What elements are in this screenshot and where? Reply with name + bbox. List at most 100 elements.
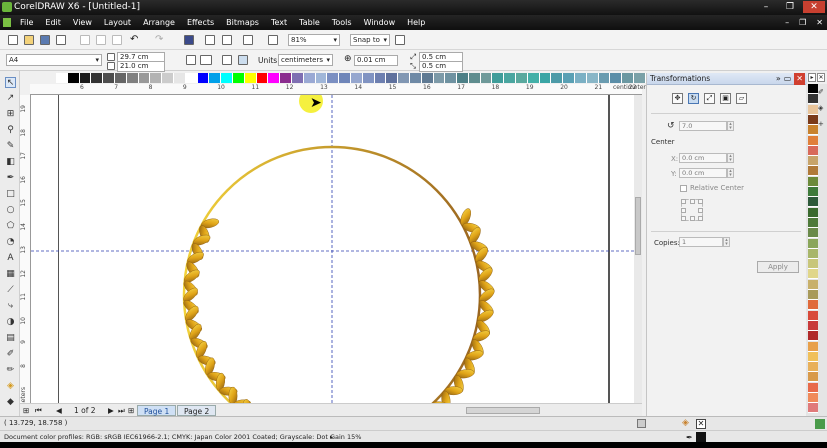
palette-swatch[interactable] xyxy=(808,362,818,373)
menu-tools[interactable]: Tools xyxy=(326,15,358,30)
import-icon[interactable] xyxy=(205,35,215,45)
palette-swatch[interactable] xyxy=(808,393,818,403)
menu-effects[interactable]: Effects xyxy=(181,15,220,30)
basic-shapes-icon[interactable]: ◔ xyxy=(5,237,16,248)
palette-swatch[interactable] xyxy=(808,145,818,156)
minimize-button[interactable]: – xyxy=(755,1,777,13)
palette-swatch[interactable] xyxy=(808,197,818,208)
text-tool-icon[interactable]: A xyxy=(5,253,16,264)
palette-swatch[interactable] xyxy=(492,73,505,83)
palette-swatch[interactable] xyxy=(808,94,818,105)
docker-close-icon[interactable]: ✕ xyxy=(794,73,805,85)
eyedropper-tool-icon[interactable]: ✐ xyxy=(5,349,16,360)
palette-swatch[interactable] xyxy=(808,279,818,290)
rotate-icon[interactable]: ↻ xyxy=(688,93,699,104)
add-page-icon[interactable]: ⊞ xyxy=(128,406,134,415)
zoom-levels-dropdown[interactable]: 81% xyxy=(288,34,340,46)
center-y-field[interactable]: 0.0 cm xyxy=(679,168,727,178)
artistic-media-icon[interactable]: ✒ xyxy=(5,173,16,184)
vertical-scroll-thumb[interactable] xyxy=(635,197,641,255)
palette-swatch[interactable] xyxy=(634,73,646,83)
palette-swatch[interactable] xyxy=(808,104,818,115)
rotation-angle-field[interactable]: 7.0 xyxy=(679,121,727,131)
last-page-button[interactable]: ⏭ xyxy=(118,406,125,416)
menu-view[interactable]: View xyxy=(67,15,98,30)
palette-swatch[interactable] xyxy=(808,269,818,280)
save-icon[interactable] xyxy=(40,35,50,45)
palette-swatch[interactable] xyxy=(468,73,481,83)
palette-swatch[interactable] xyxy=(808,114,818,125)
menu-help[interactable]: Help xyxy=(401,15,431,30)
palette-swatch[interactable] xyxy=(126,73,139,83)
interactive-fill-icon[interactable]: ◆ xyxy=(5,397,16,408)
palette-swatch[interactable] xyxy=(79,73,92,83)
palette-swatch[interactable] xyxy=(173,73,186,83)
polygon-tool-icon[interactable]: ⬠ xyxy=(5,221,16,232)
palette-swatch[interactable] xyxy=(808,403,818,414)
palette-swatch[interactable] xyxy=(232,73,245,83)
blend-tool-icon[interactable]: ◑ xyxy=(5,317,16,328)
palette-swatch[interactable] xyxy=(303,73,316,83)
menu-bitmaps[interactable]: Bitmaps xyxy=(220,15,265,30)
palette-swatch[interactable] xyxy=(586,73,599,83)
laurel-wreath-artwork[interactable] xyxy=(31,95,634,403)
palette-swatch[interactable] xyxy=(339,73,351,83)
options-icon[interactable] xyxy=(395,35,405,45)
palette-swatch[interactable] xyxy=(209,73,222,83)
palette-swatch[interactable] xyxy=(808,166,818,177)
doc-minimize-button[interactable]: – xyxy=(785,15,789,30)
palette-swatch[interactable] xyxy=(808,382,818,393)
menu-text[interactable]: Text xyxy=(265,15,293,30)
center-x-field[interactable]: 0.0 cm xyxy=(679,153,727,163)
copies-field[interactable]: 1 xyxy=(679,237,723,247)
publish-pdf-icon[interactable] xyxy=(243,35,253,45)
open-icon[interactable] xyxy=(24,35,34,45)
menu-layout[interactable]: Layout xyxy=(98,15,137,30)
horizontal-ruler[interactable]: centimeters 6 7 8 9 10 11 12 13 14 15 16 17 18 19 20 21… xyxy=(30,84,649,95)
palette-swatch[interactable] xyxy=(103,73,115,83)
vertical-scrollbar[interactable] xyxy=(634,95,642,403)
palette-swatch[interactable] xyxy=(808,187,818,197)
tab-page-1[interactable]: Page 1 xyxy=(137,405,177,416)
menu-window[interactable]: Window xyxy=(358,15,402,30)
fill-tool-icon[interactable]: ◈ xyxy=(5,381,16,392)
palette-menu-icon[interactable]: ▸ xyxy=(808,73,816,82)
palette-swatch[interactable] xyxy=(622,73,635,83)
palette-swatch[interactable] xyxy=(457,73,469,83)
palette-swatch[interactable] xyxy=(551,73,564,83)
doc-restore-button[interactable]: ❐ xyxy=(799,15,806,30)
anchor-point-selector[interactable] xyxy=(681,199,703,221)
palette-swatch[interactable] xyxy=(808,310,818,321)
current-page-icon[interactable] xyxy=(238,55,248,65)
palette-swatch[interactable] xyxy=(808,259,818,270)
right-color-palette[interactable] xyxy=(806,84,827,416)
palette-swatch[interactable] xyxy=(421,73,434,83)
crop-tool-icon[interactable]: ⊞ xyxy=(5,109,16,120)
palette-swatch[interactable] xyxy=(808,176,818,187)
palette-swatch[interactable] xyxy=(409,73,422,83)
doc-close-button[interactable]: ✕ xyxy=(816,15,823,30)
palette-swatch[interactable] xyxy=(197,73,210,83)
connector-tool-icon[interactable]: ⤷ xyxy=(5,301,16,312)
color-profile-text[interactable]: Document color profiles: RGB: sRGB IEC61… xyxy=(4,433,361,441)
docker-expand-icon[interactable]: » xyxy=(776,73,781,85)
outline-black-swatch[interactable] xyxy=(696,432,706,442)
docker-minimize-icon[interactable]: ▭ xyxy=(784,73,792,85)
menu-edit[interactable]: Edit xyxy=(39,15,67,30)
rectangle-tool-icon[interactable]: □ xyxy=(5,189,16,200)
menu-arrange[interactable]: Arrange xyxy=(137,15,181,30)
snap-to-dropdown[interactable]: Snap to xyxy=(350,34,390,46)
tab-page-2[interactable]: Page 2 xyxy=(177,405,217,416)
export-icon[interactable] xyxy=(222,35,232,45)
palette-swatch[interactable] xyxy=(808,125,818,136)
prev-page-button[interactable]: ◀ xyxy=(56,406,62,415)
relative-center-checkbox[interactable] xyxy=(680,185,687,192)
palette-swatch[interactable] xyxy=(808,84,818,94)
landscape-icon[interactable] xyxy=(200,55,212,65)
cut-icon[interactable] xyxy=(80,35,90,45)
first-page-icon[interactable]: ⊞ xyxy=(23,406,29,415)
plus-icon[interactable]: + xyxy=(818,120,826,128)
units-dropdown[interactable]: centimeters xyxy=(278,54,333,66)
close-button[interactable]: ✕ xyxy=(803,1,825,13)
palette-swatch[interactable] xyxy=(575,73,587,83)
